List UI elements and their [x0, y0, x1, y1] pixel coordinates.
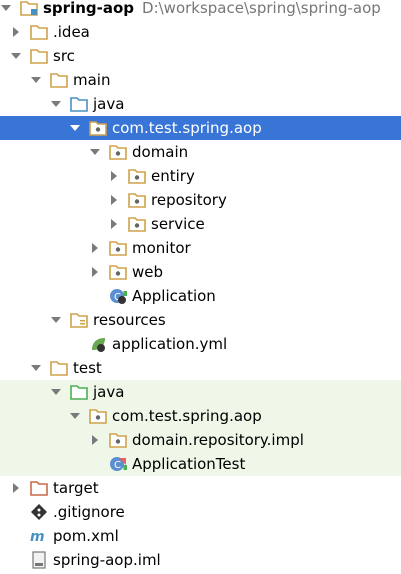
- tree-label: pom.xml: [53, 527, 119, 545]
- spring-boot-class-icon: C: [109, 287, 127, 305]
- package-icon: [128, 215, 146, 233]
- chevron-right-icon[interactable]: [10, 482, 22, 494]
- tree-label: main: [73, 71, 111, 89]
- tree-label: java: [93, 383, 125, 401]
- tree-row-entiry[interactable]: entiry: [0, 164, 401, 188]
- git-icon: [30, 503, 48, 521]
- package-icon: [128, 191, 146, 209]
- resources-folder-icon: [70, 311, 88, 329]
- chevron-right-icon[interactable]: [89, 242, 101, 254]
- tree-row-gitignore[interactable]: .gitignore: [0, 500, 401, 524]
- chevron-down-icon[interactable]: [50, 314, 62, 326]
- package-icon: [109, 431, 127, 449]
- chevron-down-icon[interactable]: [50, 386, 62, 398]
- folder-icon: [30, 47, 48, 65]
- tree-label: src: [53, 47, 75, 65]
- chevron-right-icon[interactable]: [108, 194, 120, 206]
- test-class-icon: C: [109, 455, 127, 473]
- chevron-down-icon[interactable]: [30, 362, 42, 374]
- tree-row-web[interactable]: web: [0, 260, 401, 284]
- svg-text:C: C: [114, 460, 121, 471]
- tree-label: domain: [132, 143, 189, 161]
- tree-label: resources: [93, 311, 166, 329]
- tree-label: java: [93, 95, 125, 113]
- folder-icon: [50, 71, 68, 89]
- maven-icon: m: [30, 527, 48, 545]
- folder-icon: [30, 23, 48, 41]
- tree-label: com.test.spring.aop: [112, 407, 262, 425]
- chevron-right-icon[interactable]: [108, 170, 120, 182]
- tree-row-domain[interactable]: domain: [0, 140, 401, 164]
- package-icon: [128, 167, 146, 185]
- tree-row-repository[interactable]: repository: [0, 188, 401, 212]
- project-path: D:\workspace\spring\spring-aop: [142, 0, 381, 17]
- tree-row-src[interactable]: src: [0, 44, 401, 68]
- tree-label: test: [73, 359, 102, 377]
- iml-file-icon: [30, 551, 48, 569]
- tree-row-test[interactable]: test: [0, 356, 401, 380]
- tree-label: web: [132, 263, 164, 281]
- tree-label: .gitignore: [53, 503, 125, 521]
- tree-row-application-test[interactable]: C ApplicationTest: [0, 452, 401, 476]
- svg-text:m: m: [30, 529, 45, 545]
- tree-label: spring-aop.iml: [53, 551, 161, 569]
- tree-row-idea[interactable]: .idea: [0, 20, 401, 44]
- chevron-down-icon[interactable]: [0, 2, 12, 14]
- folder-icon: [50, 359, 68, 377]
- tree-label: ApplicationTest: [132, 455, 246, 473]
- tree-row-project[interactable]: spring-aop D:\workspace\spring\spring-ao…: [0, 0, 401, 20]
- tree-row-pom[interactable]: m pom.xml: [0, 524, 401, 548]
- tree-label: domain.repository.impl: [132, 431, 304, 449]
- tree-row-test-java[interactable]: java: [0, 380, 401, 404]
- tree-label: com.test.spring.aop: [112, 119, 262, 137]
- chevron-down-icon[interactable]: [69, 122, 81, 134]
- tree-label: entiry: [151, 167, 195, 185]
- project-folder-icon: [20, 0, 38, 17]
- tree-label: .idea: [53, 23, 90, 41]
- chevron-right-icon[interactable]: [89, 434, 101, 446]
- tree-row-main[interactable]: main: [0, 68, 401, 92]
- package-icon: [109, 143, 127, 161]
- tree-label: target: [53, 479, 99, 497]
- tree-label: monitor: [132, 239, 191, 257]
- chevron-right-icon[interactable]: [108, 218, 120, 230]
- project-name: spring-aop: [43, 0, 135, 17]
- tree-row-package[interactable]: com.test.spring.aop: [0, 116, 401, 140]
- package-icon: [109, 263, 127, 281]
- tree-label: service: [151, 215, 205, 233]
- tree-row-application-yml[interactable]: application.yml: [0, 332, 401, 356]
- chevron-down-icon[interactable]: [10, 50, 22, 62]
- tree-row-main-java[interactable]: java: [0, 92, 401, 116]
- tree-row-iml[interactable]: spring-aop.iml: [0, 548, 401, 572]
- tree-label: Application: [132, 287, 216, 305]
- project-tree: spring-aop D:\workspace\spring\spring-ao…: [0, 0, 401, 574]
- tree-row-test-package[interactable]: com.test.spring.aop: [0, 404, 401, 428]
- chevron-right-icon[interactable]: [89, 266, 101, 278]
- test-source-folder-icon: [70, 383, 88, 401]
- package-icon: [89, 119, 107, 137]
- tree-label: application.yml: [112, 335, 228, 353]
- package-icon: [89, 407, 107, 425]
- chevron-down-icon[interactable]: [30, 74, 42, 86]
- excluded-folder-icon: [30, 479, 48, 497]
- chevron-down-icon[interactable]: [50, 98, 62, 110]
- chevron-down-icon[interactable]: [89, 146, 101, 158]
- chevron-down-icon[interactable]: [69, 410, 81, 422]
- tree-row-domain-repository-impl[interactable]: domain.repository.impl: [0, 428, 401, 452]
- tree-label: repository: [151, 191, 227, 209]
- tree-row-service[interactable]: service: [0, 212, 401, 236]
- tree-row-resources[interactable]: resources: [0, 308, 401, 332]
- tree-row-monitor[interactable]: monitor: [0, 236, 401, 260]
- tree-row-application[interactable]: C Application: [0, 284, 401, 308]
- spring-yml-icon: [89, 335, 107, 353]
- chevron-right-icon[interactable]: [10, 26, 22, 38]
- tree-row-target[interactable]: target: [0, 476, 401, 500]
- package-icon: [109, 239, 127, 257]
- source-folder-icon: [70, 95, 88, 113]
